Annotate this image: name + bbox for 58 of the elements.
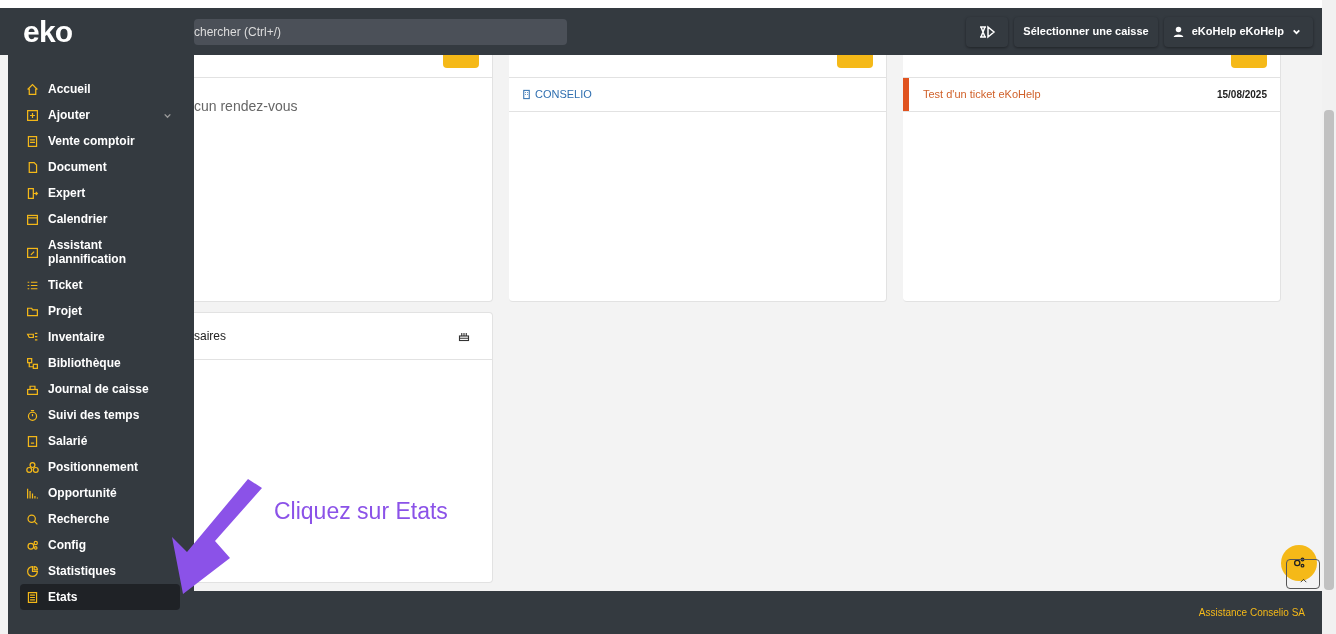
sidebar-item[interactable]: Accueil [20,76,99,102]
sidebar-item[interactable]: Inventaire [20,324,113,350]
caret-up-icon [1298,576,1308,585]
logo: eko [22,14,74,50]
cake-icon [458,330,470,342]
sidebar-item[interactable]: Config [20,532,94,558]
menu-item-icon [26,212,39,226]
sidebar-item[interactable]: Ajouter [20,102,180,128]
user-icon [1172,26,1184,37]
sidebar-item[interactable]: Expert [20,180,94,206]
footer-text: Assistance Conselio SA [1198,606,1305,620]
ticket-title[interactable]: Test d'un ticket eKoHelp [923,86,1217,103]
sidebar-item[interactable]: Bibliothèque [20,350,129,376]
sidebar-item[interactable]: Vente comptoir [20,128,143,154]
empty-message: cun rendez-vous [194,97,299,116]
gears-icon [1292,556,1306,570]
sidebar-item[interactable]: Calendrier [20,206,116,232]
ticket-date: 15/08/2025 [1216,88,1267,102]
menu-item-icon [26,408,39,422]
scroll-top-button[interactable] [1286,559,1320,589]
scrollbar[interactable] [1322,0,1336,634]
timer-button[interactable] [966,16,1009,47]
memo-link[interactable]: CONSELIO [521,86,592,103]
sidebar-item[interactable]: Recherche [20,506,118,532]
menu-item-icon [26,460,39,474]
sidebar-item[interactable]: Document [20,154,115,180]
search-field[interactable]: chercher (Ctrl+/) [194,18,567,45]
user-menu-button[interactable]: eKoHelp eKoHelp [1163,16,1313,47]
sidebar-item[interactable]: Positionnement [20,454,146,480]
card-title: saires [194,328,226,345]
sidebar-item[interactable]: Journal de caisse [20,376,157,402]
menu-item-icon [26,134,39,148]
sidebar-item[interactable]: Statistiques [20,558,124,584]
menu-item-icon [26,186,39,200]
menu-item-icon [26,82,39,96]
building-icon [521,89,532,100]
sidebar-item[interactable]: Ticket [20,272,91,298]
sidebar-item[interactable]: Opportunité [20,480,125,506]
menu-item-icon [26,590,39,604]
chevron-down-icon [1292,27,1301,36]
sidebar-item[interactable]: Suivi des temps [20,402,148,428]
menu-item-icon [26,486,39,500]
menu-item-icon [26,330,39,344]
sidebar-item[interactable]: Salarié [20,428,96,454]
menu-item-icon [26,538,39,552]
sidebar-item[interactable]: Etats [20,584,180,610]
sidebar-item[interactable]: Projet [20,298,90,324]
select-register-button[interactable]: Sélectionner une caisse [1014,16,1158,47]
menu-item-icon [26,356,39,370]
sidebar-item[interactable]: Assistant plannification [20,232,136,272]
menu-item-icon [26,160,39,174]
menu-item-icon [26,564,39,578]
menu-item-icon [26,512,39,526]
menu-item-icon [26,245,39,259]
menu-item-icon [26,108,39,122]
menu-item-icon [26,434,39,448]
annotation-text: Cliquez sur Etats [274,497,448,526]
settings-fab-button[interactable] [1281,545,1317,581]
